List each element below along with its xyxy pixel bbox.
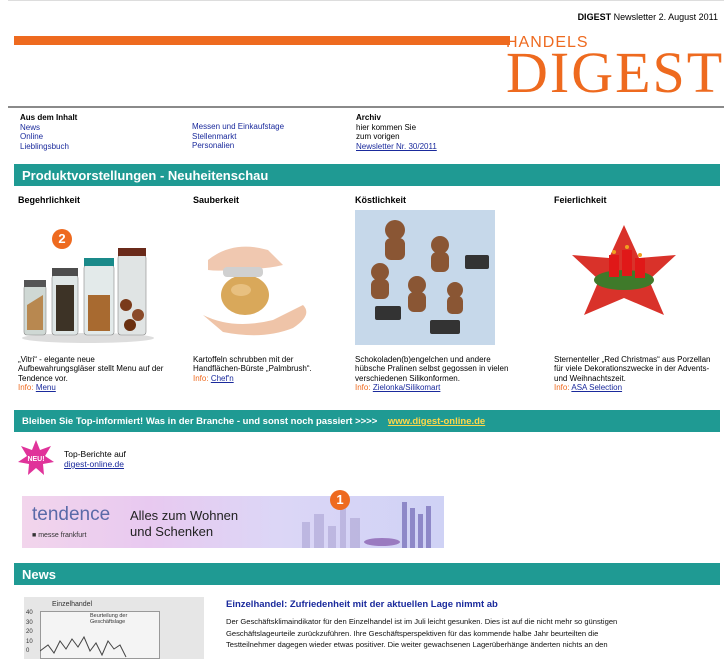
info-label: Info: xyxy=(193,373,209,383)
tendence-banner[interactable]: tendence ■ messe frankfurt Alles zum Woh… xyxy=(22,496,444,548)
product-koestlichkeit: Köstlichkeit Schokoladen(b)engelchen und… xyxy=(355,195,515,393)
tick: 10 xyxy=(26,638,33,645)
toc-column-2: Messen und Einkaufstage Stellenmarkt Per… xyxy=(192,122,284,151)
promo-link[interactable]: www.digest-online.de xyxy=(388,416,485,427)
product-heading: Feierlichkeit xyxy=(554,195,607,205)
product-heading: Begehrlichkeit xyxy=(18,195,81,205)
logo-digest: DIGEST xyxy=(506,40,724,105)
section-title-produkt: Produktvorstellungen - Neuheitenschau xyxy=(14,164,720,186)
product-desc: „Vitri“ - elegante neue Aufbewahrungsglä… xyxy=(18,354,164,383)
product-heading: Sauberkeit xyxy=(193,195,240,205)
badge-link[interactable]: digest-online.de xyxy=(64,459,124,469)
info-link-chefn[interactable]: Chef'n xyxy=(211,374,234,383)
info-label: Info: xyxy=(18,383,34,392)
tick: 30 xyxy=(26,619,33,626)
promo-text: Bleiben Sie Top-informiert! Was in der B… xyxy=(22,416,378,427)
archiv-heading: Archiv xyxy=(356,113,381,122)
product-heading: Köstlichkeit xyxy=(355,195,407,205)
news-body-line: Der Geschäftsklimaindikator für den Einz… xyxy=(226,617,618,626)
new-badge-icon: NEU! xyxy=(18,440,54,476)
newsletter-label: Newsletter 2. August 2011 xyxy=(613,12,718,22)
banner-sub-text: messe frankfurt xyxy=(38,532,87,539)
banner-brand: tendence xyxy=(32,504,111,525)
product-sauberkeit: Sauberkeit Kartoffeln schrubben mit der … xyxy=(193,195,343,384)
jars-image[interactable] xyxy=(18,209,158,345)
chart-ticks: 40 30 20 10 0 xyxy=(26,609,33,657)
info-label: Info: xyxy=(355,383,371,392)
product-desc: Sternenteller „Red Christmas“ aus Porzel… xyxy=(554,354,711,383)
product-begehrlichkeit: Begehrlichkeit „Vitri“ - elegante neue A… xyxy=(18,195,168,393)
product-info: Info: Chef'n xyxy=(193,374,343,384)
toc-archiv: Archiv hier kommen Sie zum vorigen Newsl… xyxy=(356,113,437,151)
archiv-link[interactable]: Newsletter Nr. 30/2011 xyxy=(356,142,437,151)
product-desc: Schokoladen(b)engelchen und andere hübsc… xyxy=(355,354,509,383)
news-body-line: Geschäftslageurteile zurückzuführen. Ihr… xyxy=(226,628,599,638)
toc-link-lieblingsbuch[interactable]: Lieblingsbuch xyxy=(20,142,69,151)
badge-line-1: Top-Berichte auf xyxy=(64,449,126,459)
toc-column-1: Aus dem Inhalt News Online Lieblingsbuch xyxy=(20,113,77,151)
banner-claim: Alles zum Wohnen und Schenken xyxy=(130,508,238,540)
product-info: Info: Menu xyxy=(18,383,168,393)
toc-link-stellenmarkt[interactable]: Stellenmarkt xyxy=(192,132,236,141)
toc-heading: Aus dem Inhalt xyxy=(20,113,78,122)
star-plate-image[interactable] xyxy=(554,209,694,345)
chocolate-image[interactable] xyxy=(355,209,495,345)
info-label: Info: xyxy=(554,383,570,392)
callout-marker-2: 2 xyxy=(52,229,72,249)
chart-line-icon xyxy=(40,635,127,658)
badge-text: Top-Berichte auf digest-online.de xyxy=(64,449,126,469)
product-feierlichkeit: Feierlichkeit Sternenteller „Red Christm… xyxy=(554,195,720,393)
banner-skyline-icon xyxy=(302,502,431,548)
product-info: Info: Zielonka/Silikomart xyxy=(355,383,515,393)
banner-sub: ■ messe frankfurt xyxy=(32,532,87,539)
archiv-line-2: zum vorigen xyxy=(356,132,400,141)
chart-label: Einzelhandel xyxy=(52,601,93,608)
brush-hands-image[interactable] xyxy=(193,209,333,345)
banner-claim-line-2: und Schenken xyxy=(130,524,214,539)
product-desc: Kartoffeln schrubben mit der Handflächen… xyxy=(193,354,312,374)
callout-marker-1: 1 xyxy=(330,490,350,510)
info-link-menu[interactable]: Menu xyxy=(36,383,56,392)
toc-link-messen[interactable]: Messen und Einkaufstage xyxy=(192,122,284,131)
info-link-asa[interactable]: ASA Selection xyxy=(571,383,622,392)
news-body-line: Testteilnehmer dagegen wieder etwas posi… xyxy=(226,640,608,649)
promo-bar: Bleiben Sie Top-informiert! Was in der B… xyxy=(14,410,720,432)
info-link-zielonka[interactable]: Zielonka/Silikomart xyxy=(373,383,441,392)
tick: 20 xyxy=(26,629,33,635)
banner-claim-line-1: Alles zum Wohnen xyxy=(130,508,239,523)
tick: 0 xyxy=(26,648,30,654)
toc-link-news[interactable]: News xyxy=(20,123,40,132)
toc-link-online[interactable]: Online xyxy=(20,132,43,141)
news-section-bar: News xyxy=(14,563,720,585)
newsletter-date: DIGEST Newsletter 2. August 2011 xyxy=(578,12,718,22)
badge-label: NEU! xyxy=(27,456,44,463)
news-headline[interactable]: Einzelhandel: Zufriedenheit mit der aktu… xyxy=(226,599,498,610)
toc-link-personalien[interactable]: Personalien xyxy=(192,141,234,150)
header-divider xyxy=(8,106,724,108)
tick: 40 xyxy=(26,610,33,616)
news-body: Der Geschäftsklimaindikator für den Einz… xyxy=(226,616,716,651)
news-chart-image[interactable]: Einzelhandel Beurteilung der Geschäftsla… xyxy=(24,597,204,659)
brand-short: DIGEST xyxy=(577,12,612,22)
archiv-line-1: hier kommen Sie xyxy=(356,122,417,132)
header-orange-bar xyxy=(14,36,510,45)
product-info: Info: ASA Selection xyxy=(554,383,720,393)
top-border xyxy=(8,0,724,1)
